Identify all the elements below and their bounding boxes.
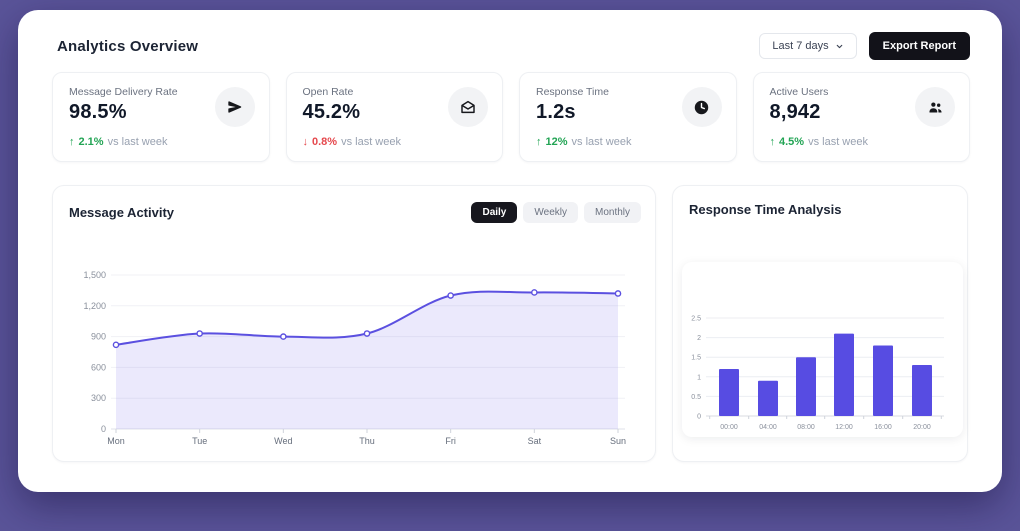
app-window: Analytics Overview Last 7 days Export Re… [18,10,1002,492]
export-report-button[interactable]: Export Report [868,32,970,60]
delta-caption: vs last week [341,136,401,148]
stat-card-response-time: Response Time 1.2s ↑ 12% vs last week [519,72,737,162]
date-range-label: Last 7 days [772,40,829,52]
delta-caption: vs last week [571,136,632,148]
trend-up-icon: ↑ [536,136,542,148]
response-time-title: Response Time Analysis [689,202,842,217]
stat-delta: ↑ 12% vs last week [536,136,631,148]
delta-percent: 4.5% [779,136,805,148]
response-time-head: Response Time Analysis [689,202,953,217]
svg-text:0.5: 0.5 [691,394,701,401]
stat-card-open-rate: Open Rate 45.2% ↓ 0.8% vs last week [285,72,503,162]
svg-text:08:00: 08:00 [797,424,815,431]
stat-delta: ↑ 2.1% vs last week [69,136,168,148]
users-icon [915,87,955,127]
response-time-chart: 0 0.5 1 1.5 2 2.5 00:00 04:00 08:00 12:00 16:00 20:… [691,316,944,431]
svg-text:Tue: Tue [192,436,207,446]
response-time-card: Response Time Analysis 0 0.5 1 1.5 2 2.5 00:00… [672,185,968,462]
message-activity-chart: 0 300 600 900 1,200 1,500 Mon Tue Wed Thu Fri Sat Su… [83,270,626,446]
delta-percent: 2.1% [78,136,104,148]
tab-weekly[interactable]: Weekly [523,202,578,223]
svg-text:12:00: 12:00 [835,424,853,431]
delta-percent: 0.8% [312,136,338,148]
svg-text:900: 900 [91,332,106,342]
svg-text:16:00: 16:00 [874,424,892,431]
svg-text:1,200: 1,200 [83,301,106,311]
trend-down-icon: ↓ [302,136,309,148]
stat-card-delivery-rate: Message Delivery Rate 98.5% ↑ 2.1% vs las… [52,72,270,162]
svg-text:Fri: Fri [445,436,456,446]
svg-text:600: 600 [91,362,106,372]
send-icon [214,87,255,127]
stats-row: Message Delivery Rate 98.5% ↑ 2.1% vs las… [52,72,970,162]
header-controls: Last 7 days Export Report [759,32,970,60]
svg-text:300: 300 [91,393,106,403]
message-activity-head: Message Activity Daily Weekly Monthly [69,202,641,223]
svg-text:Thu: Thu [359,436,375,446]
svg-text:1: 1 [697,374,701,381]
stat-delta: ↓ 0.8% vs last week [303,136,402,148]
dashboard-background: { "header": { "title": "Analytics Overvi… [0,0,1020,531]
mail-open-icon [448,87,488,127]
delta-caption: vs last week [107,136,168,148]
stat-card-active-users: Active Users 8,942 ↑ 4.5% vs last week [752,72,970,162]
page-title: Analytics Overview [57,37,199,55]
period-tabs: Daily Weekly Monthly [471,202,641,223]
svg-text:00:00: 00:00 [720,424,738,431]
svg-text:1.5: 1.5 [691,355,701,362]
tab-daily[interactable]: Daily [471,202,518,223]
charts-row: Message Activity Daily Weekly Monthly 0 3… [52,185,968,462]
stat-delta: ↑ 4.5% vs last week [770,136,869,148]
response-time-chart-panel: 0 0.5 1 1.5 2 2.5 00:00 04:00 08:00 12:00 16:00 20:… [682,262,963,437]
svg-text:Sun: Sun [610,436,626,446]
trend-up-icon: ↑ [69,136,75,148]
tab-monthly[interactable]: Monthly [583,202,641,223]
chevron-down-icon [835,42,844,51]
svg-text:1,500: 1,500 [83,270,106,280]
message-activity-card: Message Activity Daily Weekly Monthly 0 3… [52,185,656,462]
svg-text:Mon: Mon [107,436,125,446]
trend-up-icon: ↑ [769,136,776,148]
delta-caption: vs last week [808,136,868,148]
clock-icon [681,87,722,127]
svg-text:2.5: 2.5 [691,316,701,323]
svg-text:0: 0 [101,424,106,434]
svg-text:Sat: Sat [528,436,542,446]
header: Analytics Overview Last 7 days Export Re… [57,30,970,62]
date-range-dropdown[interactable]: Last 7 days [759,33,857,59]
svg-text:Wed: Wed [274,436,292,446]
svg-text:04:00: 04:00 [759,424,777,431]
delta-percent: 12% [545,136,568,148]
svg-text:0: 0 [697,414,701,421]
message-activity-title: Message Activity [69,205,175,220]
svg-text:20:00: 20:00 [913,424,931,431]
svg-text:2: 2 [697,335,701,342]
